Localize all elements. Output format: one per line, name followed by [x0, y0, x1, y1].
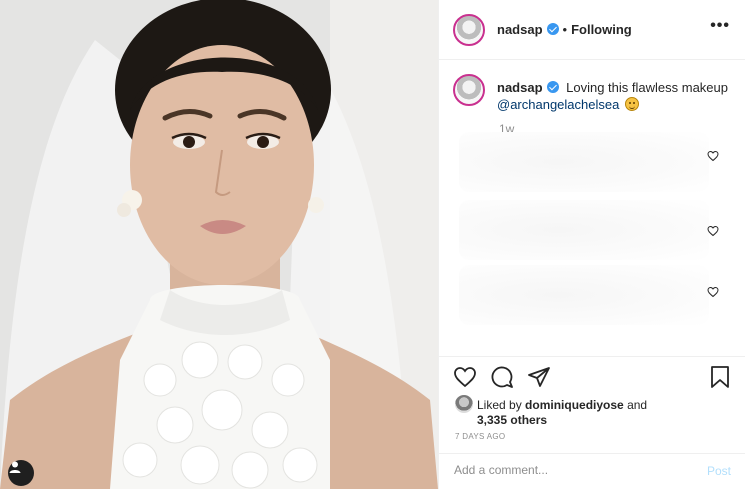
comment-icon[interactable]: [490, 365, 514, 389]
separator-dot: •: [562, 22, 568, 37]
likes-others-count[interactable]: 3,335 others: [477, 413, 547, 427]
post-header: nadsap • Following •••: [439, 0, 745, 60]
blurred-comment: [459, 132, 709, 192]
more-options-icon[interactable]: •••: [710, 17, 730, 35]
comment-like-heart-icon[interactable]: [707, 286, 719, 298]
liker-username[interactable]: dominiquediyose: [525, 398, 624, 412]
following-button[interactable]: Following: [571, 22, 632, 37]
user-tag-button[interactable]: [8, 460, 34, 486]
post-photo[interactable]: [0, 0, 438, 489]
verified-badge-icon: [546, 81, 559, 93]
likes-suffix: and: [627, 398, 648, 412]
caption-text: Loving this flawless makeup: [566, 80, 728, 95]
author-avatar[interactable]: [453, 14, 485, 46]
post-side-panel: nadsap • Following ••• nadsap Loving this …: [438, 0, 745, 489]
caption-username[interactable]: nadsap: [497, 80, 543, 95]
post-caption: nadsap Loving this flawless makeup @arch…: [497, 79, 735, 113]
heart-icon[interactable]: [453, 365, 477, 389]
smiling-face-emoji-icon: [624, 97, 639, 111]
blurred-comment: [459, 200, 709, 260]
blurred-comment: [459, 265, 709, 325]
bookmark-icon[interactable]: [709, 365, 731, 389]
comments-area: nadsap Loving this flawless makeup @arch…: [439, 60, 745, 356]
likes-prefix: Liked by: [477, 398, 522, 412]
post-actions: Liked by dominiquediyose and 3,335 other…: [439, 356, 745, 489]
instagram-post: nadsap • Following ••• nadsap Loving this …: [0, 0, 745, 489]
liker-avatar[interactable]: [455, 395, 473, 413]
verified-badge-icon: [546, 23, 559, 35]
likes-summary: Liked by dominiquediyose and 3,335 other…: [455, 395, 647, 428]
author-username[interactable]: nadsap: [497, 22, 543, 37]
user-tag-icon: [9, 461, 21, 473]
bride-portrait-image: [0, 0, 438, 489]
comment-like-heart-icon[interactable]: [707, 225, 719, 237]
add-comment-bar: Post: [439, 453, 745, 490]
post-comment-button[interactable]: Post: [707, 464, 731, 478]
comment-input[interactable]: [454, 463, 684, 477]
share-icon[interactable]: [527, 365, 551, 389]
caption-author-avatar[interactable]: [453, 74, 485, 106]
comment-like-heart-icon[interactable]: [707, 150, 719, 162]
post-date: 7 DAYS AGO: [455, 432, 506, 441]
caption-mention-link[interactable]: @archangelachelsea: [497, 97, 619, 112]
